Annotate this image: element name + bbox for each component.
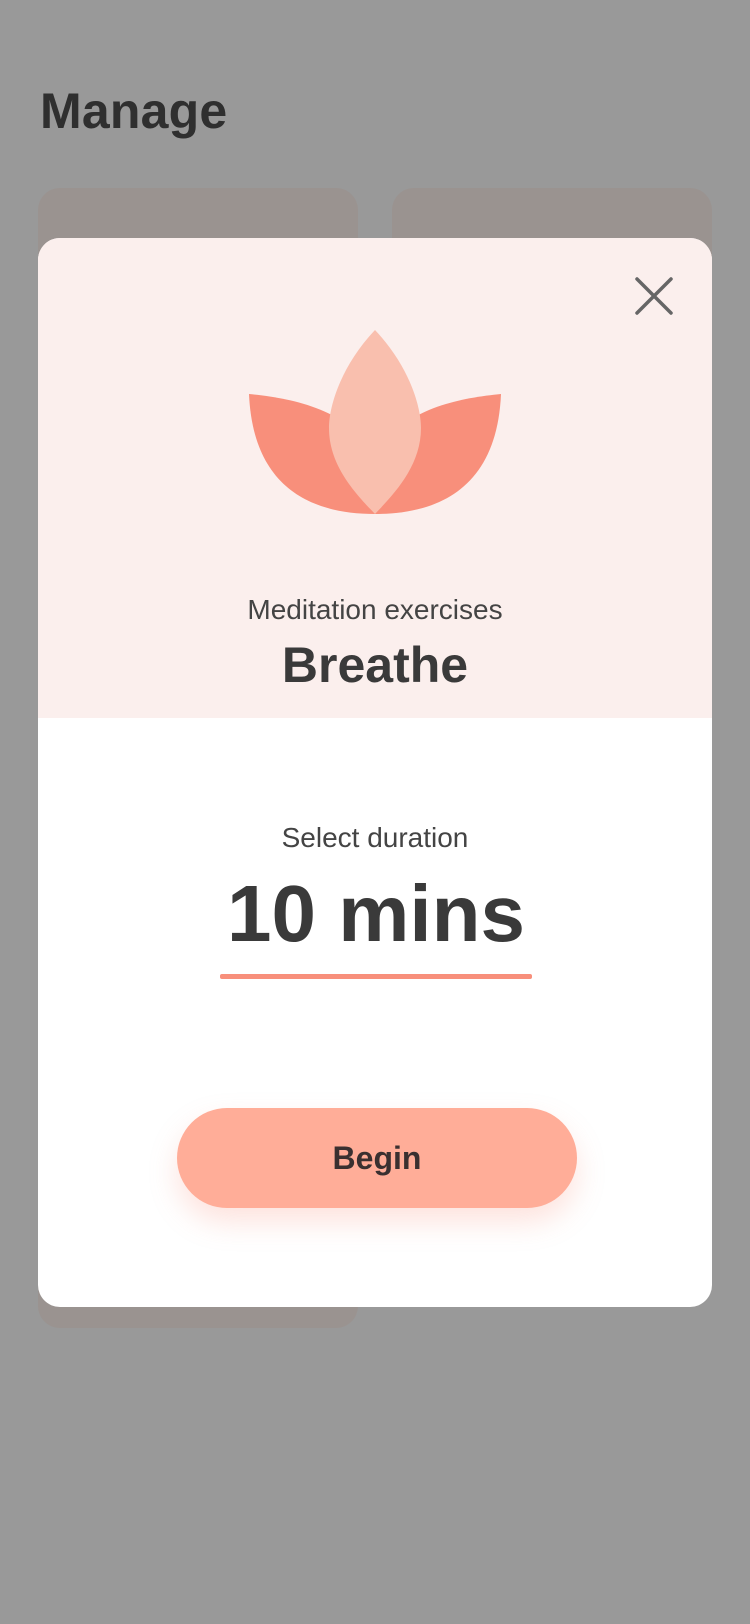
lotus-icon bbox=[249, 326, 501, 518]
modal-title: Breathe bbox=[281, 637, 469, 693]
duration-label: Select duration bbox=[281, 822, 469, 853]
meditation-modal: Meditation exercises Breathe Select dura… bbox=[38, 238, 712, 1307]
duration-underline bbox=[220, 974, 532, 979]
duration-selector[interactable]: 10 mins bbox=[220, 874, 532, 968]
close-icon bbox=[635, 277, 673, 315]
modal-category: Meditation exercises bbox=[247, 594, 503, 625]
modal-header: Meditation exercises Breathe bbox=[38, 238, 712, 718]
page-title: Manage bbox=[40, 83, 228, 139]
manage-screen: Manage Meditation exercises Breathe Sele… bbox=[0, 0, 750, 1624]
close-button[interactable] bbox=[632, 274, 676, 318]
begin-button[interactable]: Begin bbox=[177, 1108, 577, 1208]
